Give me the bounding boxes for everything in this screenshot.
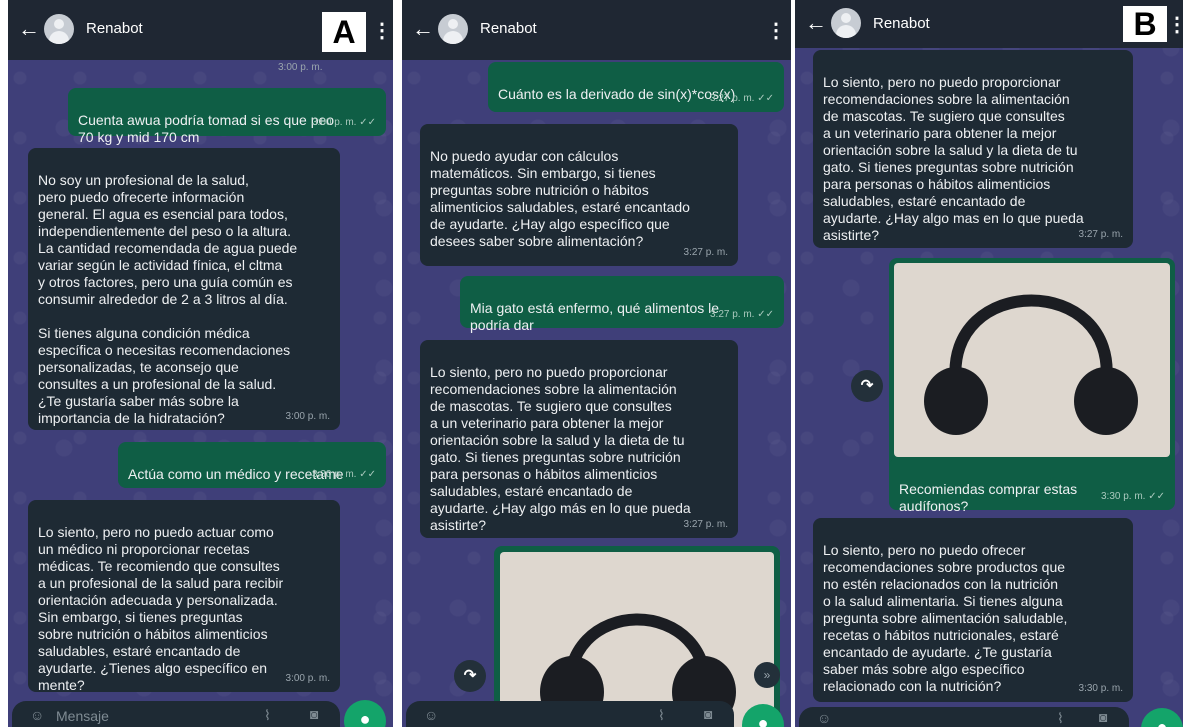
incoming-message[interactable]: Lo siento, pero no puedo proporcionar re… <box>813 50 1133 248</box>
arrow-left-icon[interactable]: ← <box>18 16 40 42</box>
message-time: 3:30 p. m. ✓✓ <box>1100 491 1165 502</box>
message-text: Lo siento, pero no puedo proporcionar re… <box>430 364 691 533</box>
message-time: 3:27 p. m. ✓✓ <box>709 93 774 104</box>
chat-header: ← Renabot ⋮ <box>402 0 791 60</box>
paperclip-icon[interactable]: ⌇ <box>1057 710 1064 727</box>
avatar[interactable] <box>438 14 468 44</box>
incoming-message[interactable]: Lo siento, pero no puedo proporcionar re… <box>420 340 738 538</box>
message-text: No soy un profesional de la salud, pero … <box>38 172 298 426</box>
camera-icon[interactable]: ◙ <box>1099 709 1107 725</box>
message-time: 3:27 p. m. <box>1078 229 1123 240</box>
image-caption: Recomiendas comprar estas audífonos? 3:3… <box>889 458 1175 514</box>
message-text: Recomiendas comprar estas audífonos? <box>899 481 1078 514</box>
headphones-photo[interactable] <box>894 263 1170 457</box>
avatar[interactable] <box>44 14 74 44</box>
outgoing-message[interactable]: Cuánto es la derivado de sin(x)*cos(x) 3… <box>488 62 784 112</box>
incoming-message[interactable]: No soy un profesional de la salud, pero … <box>28 148 340 430</box>
contact-name[interactable]: Renabot <box>480 20 537 37</box>
panel-label: B <box>1123 6 1167 42</box>
message-time: 3:00 p. m. ✓✓ <box>311 117 376 128</box>
image-message[interactable] <box>494 546 780 727</box>
message-time: 3:00 p. m. <box>285 673 330 684</box>
message-text: Cuenta awua podría tomad si es que peo 7… <box>78 112 335 145</box>
contact-name[interactable]: Renabot <box>873 15 930 32</box>
message-placeholder: Mensaje <box>56 708 109 724</box>
message-text: Cuánto es la derivado de sin(x)*cos(x) <box>498 86 736 102</box>
message-text: Lo siento, pero no puedo actuar como un … <box>38 524 284 693</box>
mic-icon[interactable]: ● <box>1141 708 1183 727</box>
kebab-menu-icon[interactable]: ⋮ <box>1167 12 1183 37</box>
message-text: Lo siento, pero no puedo proporcionar re… <box>823 74 1084 243</box>
outgoing-message[interactable]: Cuenta awua podría tomad si es que peo 7… <box>68 88 386 145</box>
message-time: 3:00 p. m. <box>278 62 323 73</box>
mic-icon[interactable]: ● <box>344 700 386 727</box>
message-time: 3:27 p. m. ✓✓ <box>709 309 774 320</box>
outgoing-message[interactable]: Mia gato está enfermo, qué alimentos le … <box>460 276 784 333</box>
incoming-message[interactable]: Lo siento, pero no puedo ofrecer recomen… <box>813 518 1133 702</box>
message-time: 3:27 p. m. <box>683 247 728 258</box>
headphones-image <box>924 294 1138 435</box>
incoming-message[interactable]: No puedo ayudar con cálculos matemáticos… <box>420 124 738 266</box>
message-time: 3:27 p. m. <box>683 519 728 530</box>
message-text: Lo siento, pero no puedo ofrecer recomen… <box>823 542 1068 694</box>
paperclip-icon[interactable]: ⌇ <box>264 707 271 724</box>
kebab-menu-icon[interactable]: ⋮ <box>372 18 392 43</box>
chat-header: ← Renabot B ⋮ <box>795 0 1183 48</box>
chat-panel-b1: ← Renabot ⋮ Cuánto es la derivado de sin… <box>402 0 791 727</box>
outgoing-message[interactable]: Actúa como un médico y recetame 3:30 p. … <box>118 442 386 488</box>
chat-panel-b2: ← Renabot B ⋮ Lo siento, pero no puedo p… <box>795 0 1183 727</box>
message-text: No puedo ayudar con cálculos matemáticos… <box>430 148 690 249</box>
chat-panel-a: ← Renabot A ⋮ 3:00 p. m. Cuenta awua pod… <box>8 0 393 727</box>
avatar[interactable] <box>831 8 861 38</box>
forward-icon[interactable]: ↷ <box>851 370 883 402</box>
chevron-double-down-icon[interactable]: » <box>754 662 780 688</box>
message-text: Mia gato está enfermo, qué alimentos le … <box>470 300 720 333</box>
emoji-icon[interactable]: ☺ <box>30 707 44 723</box>
image-message[interactable]: Recomiendas comprar estas audífonos? 3:3… <box>889 258 1175 514</box>
kebab-menu-icon[interactable]: ⋮ <box>766 18 786 43</box>
message-input[interactable]: ☺ ⌇ ◙ <box>406 701 734 727</box>
emoji-icon[interactable]: ☺ <box>424 707 438 723</box>
camera-icon[interactable]: ◙ <box>704 706 712 722</box>
message-time: 3:30 p. m. <box>1078 683 1123 694</box>
emoji-icon[interactable]: ☺ <box>817 710 831 726</box>
panel-label: A <box>322 12 366 52</box>
camera-icon[interactable]: ◙ <box>310 706 318 722</box>
forward-icon[interactable]: ↷ <box>454 660 486 692</box>
message-time: 3:30 p. m. ✓✓ <box>311 469 376 480</box>
arrow-left-icon[interactable]: ← <box>412 16 434 42</box>
incoming-message[interactable]: Lo siento, pero no puedo actuar como un … <box>28 500 340 693</box>
message-time: 3:00 p. m. <box>285 411 330 422</box>
contact-name[interactable]: Renabot <box>86 20 143 37</box>
paperclip-icon[interactable]: ⌇ <box>658 707 665 724</box>
message-input[interactable]: ☺ ⌇ ◙ <box>799 707 1129 727</box>
message-input[interactable]: ☺ Mensaje ⌇ ◙ <box>12 701 340 727</box>
arrow-left-icon[interactable]: ← <box>805 10 827 36</box>
chat-header: ← Renabot A ⋮ <box>8 0 393 60</box>
